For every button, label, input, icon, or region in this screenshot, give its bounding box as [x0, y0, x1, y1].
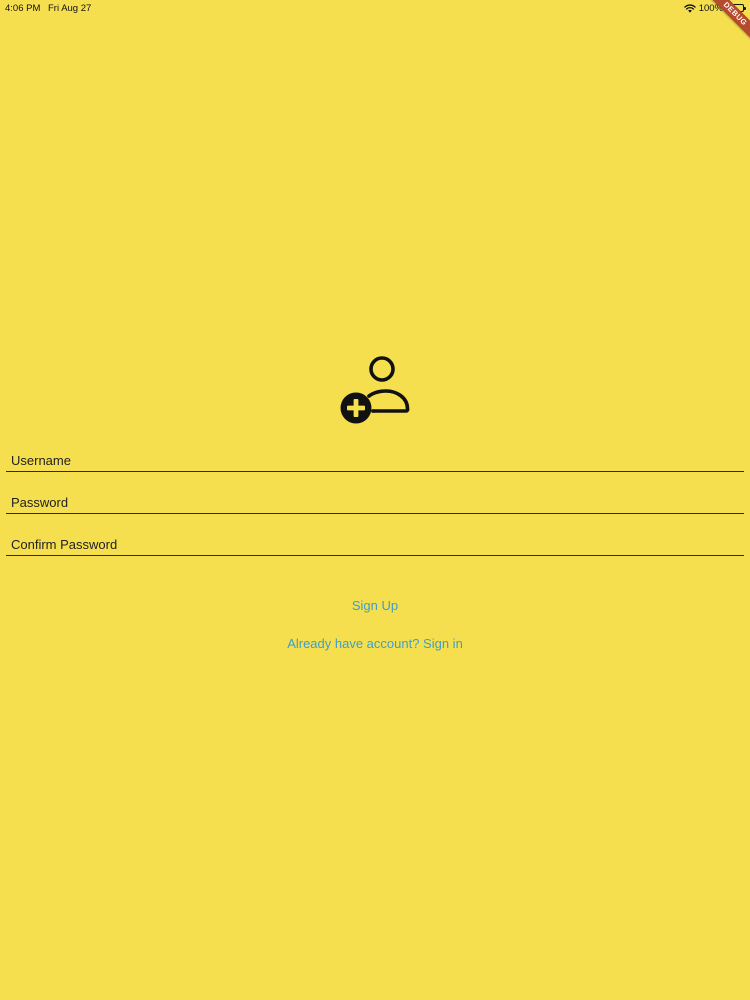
person-add-icon	[338, 352, 414, 428]
sign-in-link[interactable]: Already have account? Sign in	[0, 636, 750, 651]
signup-screen: 4:06 PM Fri Aug 27 100% DEBUG Username S…	[0, 0, 750, 1000]
password-underline	[6, 513, 744, 514]
wifi-icon	[683, 3, 696, 13]
username-input[interactable]	[6, 442, 744, 472]
confirm-password-input[interactable]	[6, 526, 744, 556]
sign-up-button[interactable]: Sign Up	[0, 598, 750, 613]
status-time: 4:06 PM	[5, 3, 41, 14]
username-underline	[6, 471, 744, 472]
status-date: Fri Aug 27	[48, 3, 92, 14]
confirm-password-field[interactable]	[6, 526, 744, 556]
password-input[interactable]	[6, 484, 744, 514]
status-bar: 4:06 PM Fri Aug 27 100%	[0, 0, 750, 16]
confirm-password-underline	[6, 555, 744, 556]
password-field[interactable]	[6, 484, 744, 514]
username-field[interactable]	[6, 442, 744, 472]
